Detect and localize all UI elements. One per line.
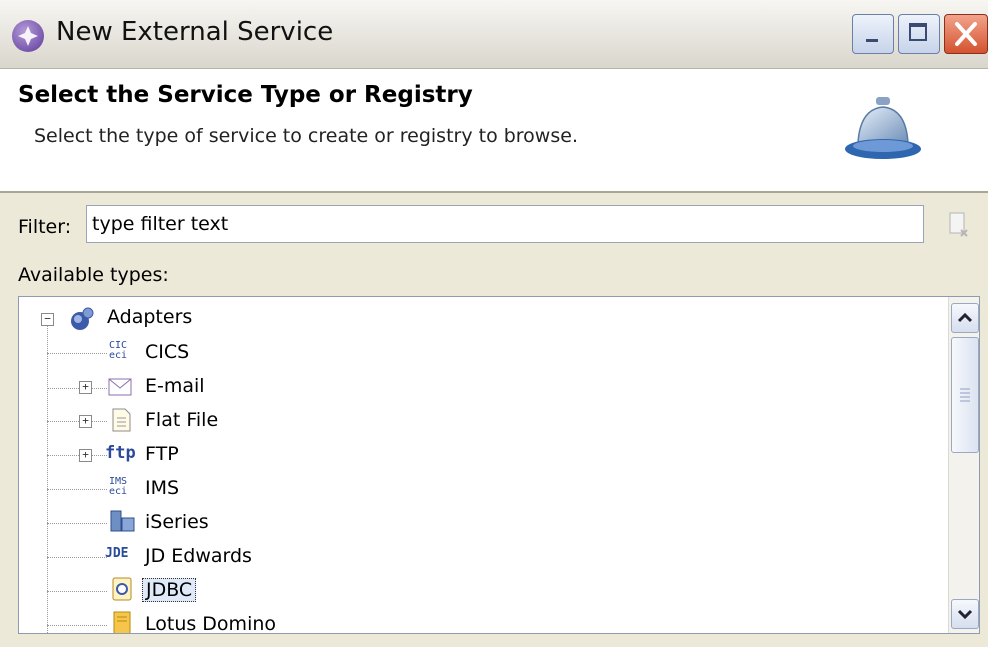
- tree-item-label: JDBC: [142, 578, 197, 602]
- service-bell-icon: [845, 97, 921, 159]
- minimize-button[interactable]: [852, 14, 894, 54]
- grip-icon: [960, 388, 970, 402]
- tree-item-label: iSeries: [145, 511, 209, 533]
- tree-item-label: E-mail: [145, 375, 205, 397]
- vertical-scrollbar[interactable]: [948, 297, 979, 633]
- ftp-icon: ftp: [105, 443, 136, 463]
- tree-item-label: Lotus Domino: [145, 613, 277, 634]
- tree-item-label: Adapters: [107, 306, 193, 328]
- expand-toggle[interactable]: +: [79, 415, 92, 428]
- lotus-domino-icon: [113, 611, 131, 633]
- scroll-thumb[interactable]: [951, 337, 979, 453]
- scroll-down-button[interactable]: [951, 599, 979, 629]
- tree-item-label: CICS: [145, 341, 190, 363]
- tree-connector: [47, 325, 48, 633]
- adapters-icon: [71, 307, 94, 330]
- page-description: Select the type of service to create or …: [34, 125, 578, 147]
- jde-icon: JDE: [105, 546, 129, 561]
- collapse-toggle[interactable]: −: [41, 313, 54, 326]
- tree-item-label: Flat File: [145, 409, 219, 431]
- close-button[interactable]: [944, 14, 988, 54]
- chevron-down-icon: [957, 609, 973, 620]
- jdbc-icon: [112, 577, 132, 601]
- scroll-up-button[interactable]: [951, 303, 979, 333]
- expand-toggle[interactable]: +: [79, 381, 92, 394]
- title-bar[interactable]: New External Service: [0, 0, 988, 69]
- page-title: Select the Service Type or Registry: [18, 82, 473, 108]
- ims-eci-icon: IMS eci: [109, 476, 128, 497]
- maximize-icon: [909, 23, 927, 41]
- file-icon: [112, 408, 131, 432]
- filter-label: Filter:: [18, 216, 72, 238]
- wizard-header: Select the Service Type or Registry Sele…: [0, 69, 988, 193]
- available-types-tree[interactable]: − Adapters CIC eci CICS + E-mail + Flat …: [18, 296, 980, 634]
- tree-item-label: JD Edwards: [145, 545, 252, 567]
- maximize-button[interactable]: [898, 14, 940, 54]
- wizard-icon: [12, 20, 44, 52]
- minimize-icon: [866, 39, 878, 42]
- clear-filter-icon[interactable]: [944, 210, 974, 240]
- envelope-icon: [108, 378, 132, 396]
- chevron-up-icon: [957, 312, 973, 323]
- window-title: New External Service: [56, 17, 334, 47]
- tree-item-label: IMS: [145, 477, 180, 499]
- close-icon: [955, 22, 977, 46]
- iseries-icon: [110, 510, 135, 532]
- filter-input[interactable]: [86, 205, 924, 243]
- expand-toggle[interactable]: +: [79, 449, 92, 462]
- cics-eci-icon: CIC eci: [109, 340, 128, 361]
- tree-item-label: FTP: [145, 443, 179, 465]
- available-types-label: Available types:: [18, 264, 169, 286]
